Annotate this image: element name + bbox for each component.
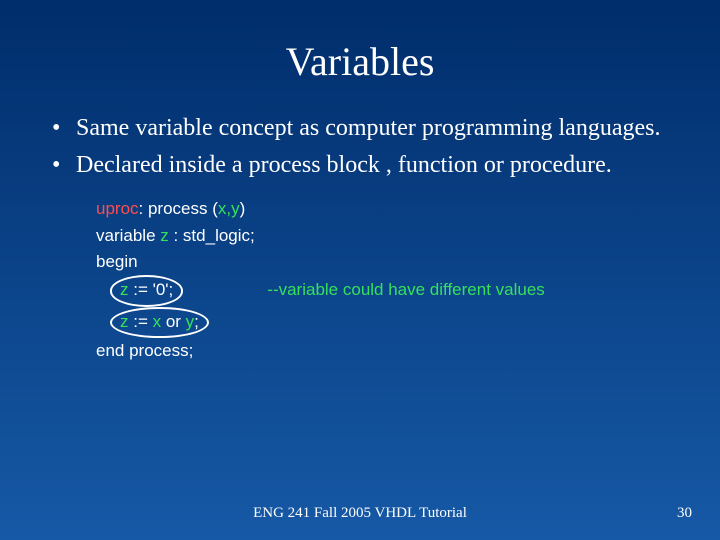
code-line: variable z : std_logic; [96, 223, 720, 249]
code-line: begin [96, 249, 720, 275]
code-line: end process; [96, 338, 720, 364]
code-block: uproc: process (x,y) variable z : std_lo… [0, 186, 720, 364]
page-number: 30 [677, 505, 692, 522]
code-token-var: z [120, 280, 129, 299]
code-token-proc: uproc [96, 199, 139, 218]
code-token: ; [194, 312, 199, 331]
footer-text: ENG 241 Fall 2005 VHDL Tutorial [0, 505, 720, 522]
circled-statement: z := '0'; [110, 275, 183, 306]
code-token-var: z [120, 312, 129, 331]
code-comment: --variable could have different values [183, 280, 545, 299]
code-token-var: y [186, 312, 195, 331]
code-line: z := '0';--variable could have different… [96, 275, 720, 306]
code-token: variable [96, 226, 160, 245]
bullet-item: Declared inside a process block , functi… [46, 150, 680, 181]
code-token: or [161, 312, 186, 331]
code-token: : process ( [139, 199, 218, 218]
code-token: : std_logic; [169, 226, 255, 245]
code-token-args: x,y [218, 199, 240, 218]
code-token-var: z [160, 226, 169, 245]
bullet-item: Same variable concept as computer progra… [46, 113, 680, 144]
code-line: uproc: process (x,y) [96, 196, 720, 222]
slide-title: Variables [0, 0, 720, 113]
circled-statement: z := x or y; [110, 307, 209, 338]
code-token: ) [240, 199, 246, 218]
code-token: := [129, 312, 153, 331]
code-line: z := x or y; [96, 307, 720, 338]
bullet-list: Same variable concept as computer progra… [0, 113, 720, 180]
code-token: := '0'; [129, 280, 174, 299]
code-token-var: x [153, 312, 162, 331]
